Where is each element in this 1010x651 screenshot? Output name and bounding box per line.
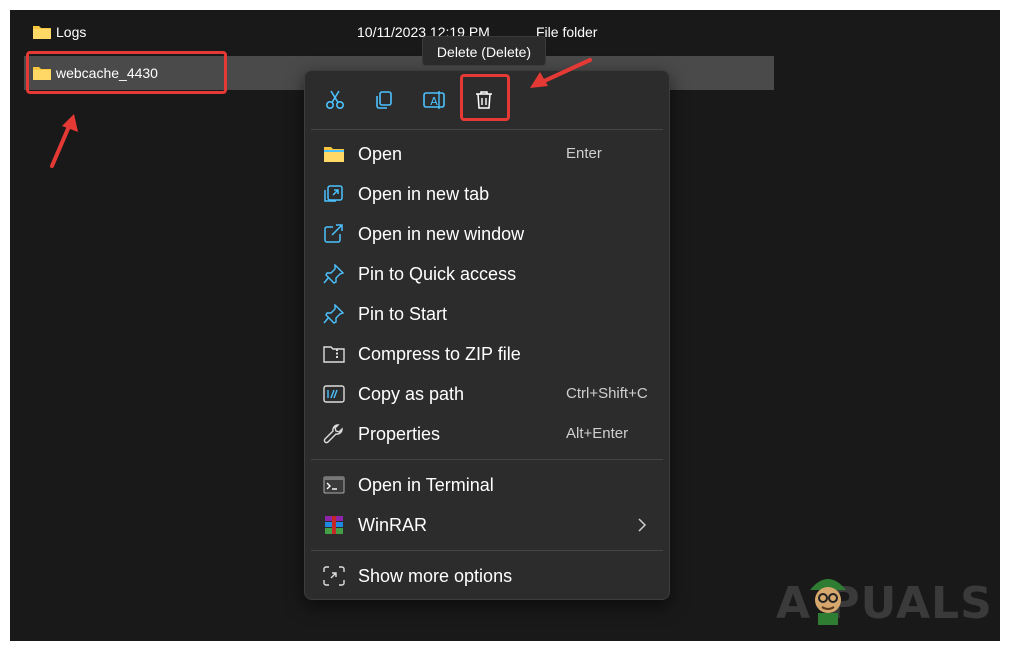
new-tab-icon xyxy=(324,185,343,202)
copy-button[interactable] xyxy=(366,83,402,117)
menu-item-open-new-window[interactable]: Open in new window xyxy=(305,214,669,254)
folder-open-icon xyxy=(324,147,344,162)
menu-divider xyxy=(311,550,663,551)
menu-item-label: Compress to ZIP file xyxy=(358,344,521,364)
quick-action-bar: A xyxy=(305,71,669,129)
menu-item-properties[interactable]: Properties Alt+Enter xyxy=(305,414,669,454)
highlight-box-folder xyxy=(26,51,227,94)
menu-item-label: Open in new tab xyxy=(358,184,490,204)
menu-item-shortcut: Enter xyxy=(566,145,602,162)
menu-item-shortcut: Ctrl+Shift+C xyxy=(566,385,648,402)
menu-item-label: Pin to Start xyxy=(358,304,448,324)
new-window-icon xyxy=(324,224,343,243)
menu-item-label: Properties xyxy=(358,424,441,444)
appuals-watermark: A PUALS xyxy=(776,570,992,630)
menu-item-label: Pin to Quick access xyxy=(358,264,517,284)
arrow-annotation xyxy=(530,58,592,88)
menu-item-open-terminal[interactable]: Open in Terminal xyxy=(305,465,669,505)
menu-item-compress-zip[interactable]: Compress to ZIP file xyxy=(305,334,669,374)
menu-item-label: Open xyxy=(358,144,403,164)
terminal-icon xyxy=(323,476,345,494)
copy-icon xyxy=(376,91,392,109)
menu-item-label: WinRAR xyxy=(358,515,428,535)
wrench-icon xyxy=(323,424,343,444)
menu-item-label: Copy as path xyxy=(358,384,465,404)
scissors-icon xyxy=(325,90,345,110)
folder-icon xyxy=(33,26,51,39)
rename-icon: A xyxy=(423,91,445,109)
chevron-right-icon xyxy=(638,518,647,532)
menu-item-pin-start[interactable]: Pin to Start xyxy=(305,294,669,334)
menu-item-show-more-options[interactable]: Show more options xyxy=(305,556,669,596)
menu-divider xyxy=(311,129,663,130)
svg-text:A: A xyxy=(430,95,438,108)
pin-icon xyxy=(323,264,345,284)
menu-item-copy-as-path[interactable]: Copy as path Ctrl+Shift+C xyxy=(305,374,669,414)
highlight-box-delete xyxy=(460,74,510,121)
menu-item-label: Open in new window xyxy=(358,224,525,244)
menu-item-winrar[interactable]: WinRAR xyxy=(305,505,669,545)
rename-button[interactable]: A xyxy=(416,83,452,117)
menu-item-shortcut: Alt+Enter xyxy=(566,425,629,442)
pin-icon xyxy=(323,304,345,324)
menu-item-label: Open in Terminal xyxy=(358,475,494,495)
winrar-icon xyxy=(325,516,343,534)
menu-item-label: Show more options xyxy=(358,566,513,586)
menu-item-pin-quick-access[interactable]: Pin to Quick access xyxy=(305,254,669,294)
menu-item-open[interactable]: Open Enter xyxy=(305,134,669,174)
mascot-logo xyxy=(810,579,846,625)
file-name: Logs xyxy=(56,24,87,40)
context-menu: A Open Enter Open in new tab Open in new… xyxy=(304,70,670,600)
zip-icon xyxy=(323,346,345,363)
menu-divider xyxy=(311,459,663,460)
copy-path-icon xyxy=(323,385,345,403)
menu-item-open-new-tab[interactable]: Open in new tab xyxy=(305,174,669,214)
more-options-icon xyxy=(323,566,345,586)
arrow-annotation xyxy=(50,114,78,168)
cut-button[interactable] xyxy=(317,83,353,117)
